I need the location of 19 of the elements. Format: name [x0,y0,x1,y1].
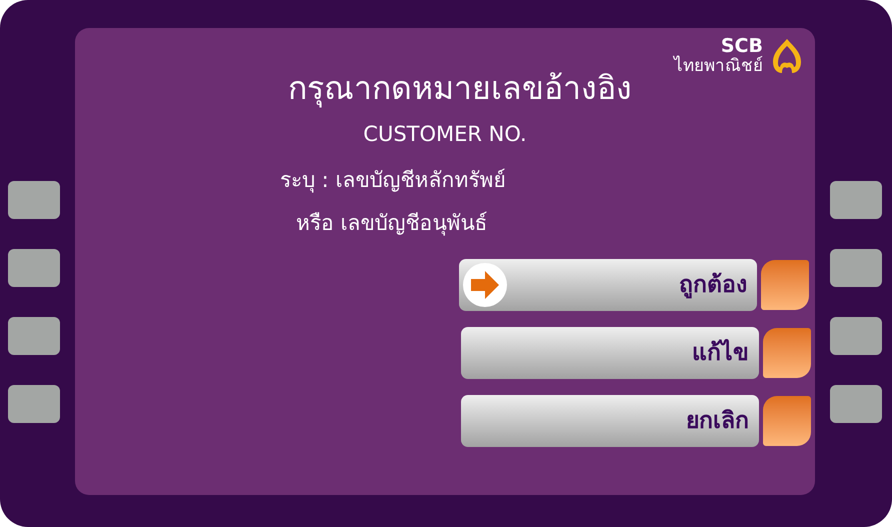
option-button[interactable]: ถูกต้อง [459,259,757,311]
instruction-text: ระบุ : เลขบัญชีหลักทรัพย์ [280,167,506,194]
logo-name: SCB [720,37,763,56]
side-key[interactable] [830,249,882,287]
option-key-tab[interactable] [763,328,811,378]
option-key-tab[interactable] [763,396,811,446]
side-key[interactable] [830,181,882,219]
side-key[interactable] [830,317,882,355]
side-key[interactable] [830,385,882,423]
option-key-tab[interactable] [761,260,809,310]
logo-subtitle: ไทยพาณิชย์ [674,58,763,75]
side-key[interactable] [8,317,60,355]
instruction-text: หรือ เลขบัญชีอนุพันธ์ [295,210,489,237]
side-key[interactable] [8,181,60,219]
side-key[interactable] [8,249,60,287]
side-key[interactable] [8,385,60,423]
option-button[interactable]: แก้ไข [461,327,759,379]
option-button[interactable]: ยกเลิก [461,395,759,447]
page-subtitle: CUSTOMER NO. [363,124,527,145]
